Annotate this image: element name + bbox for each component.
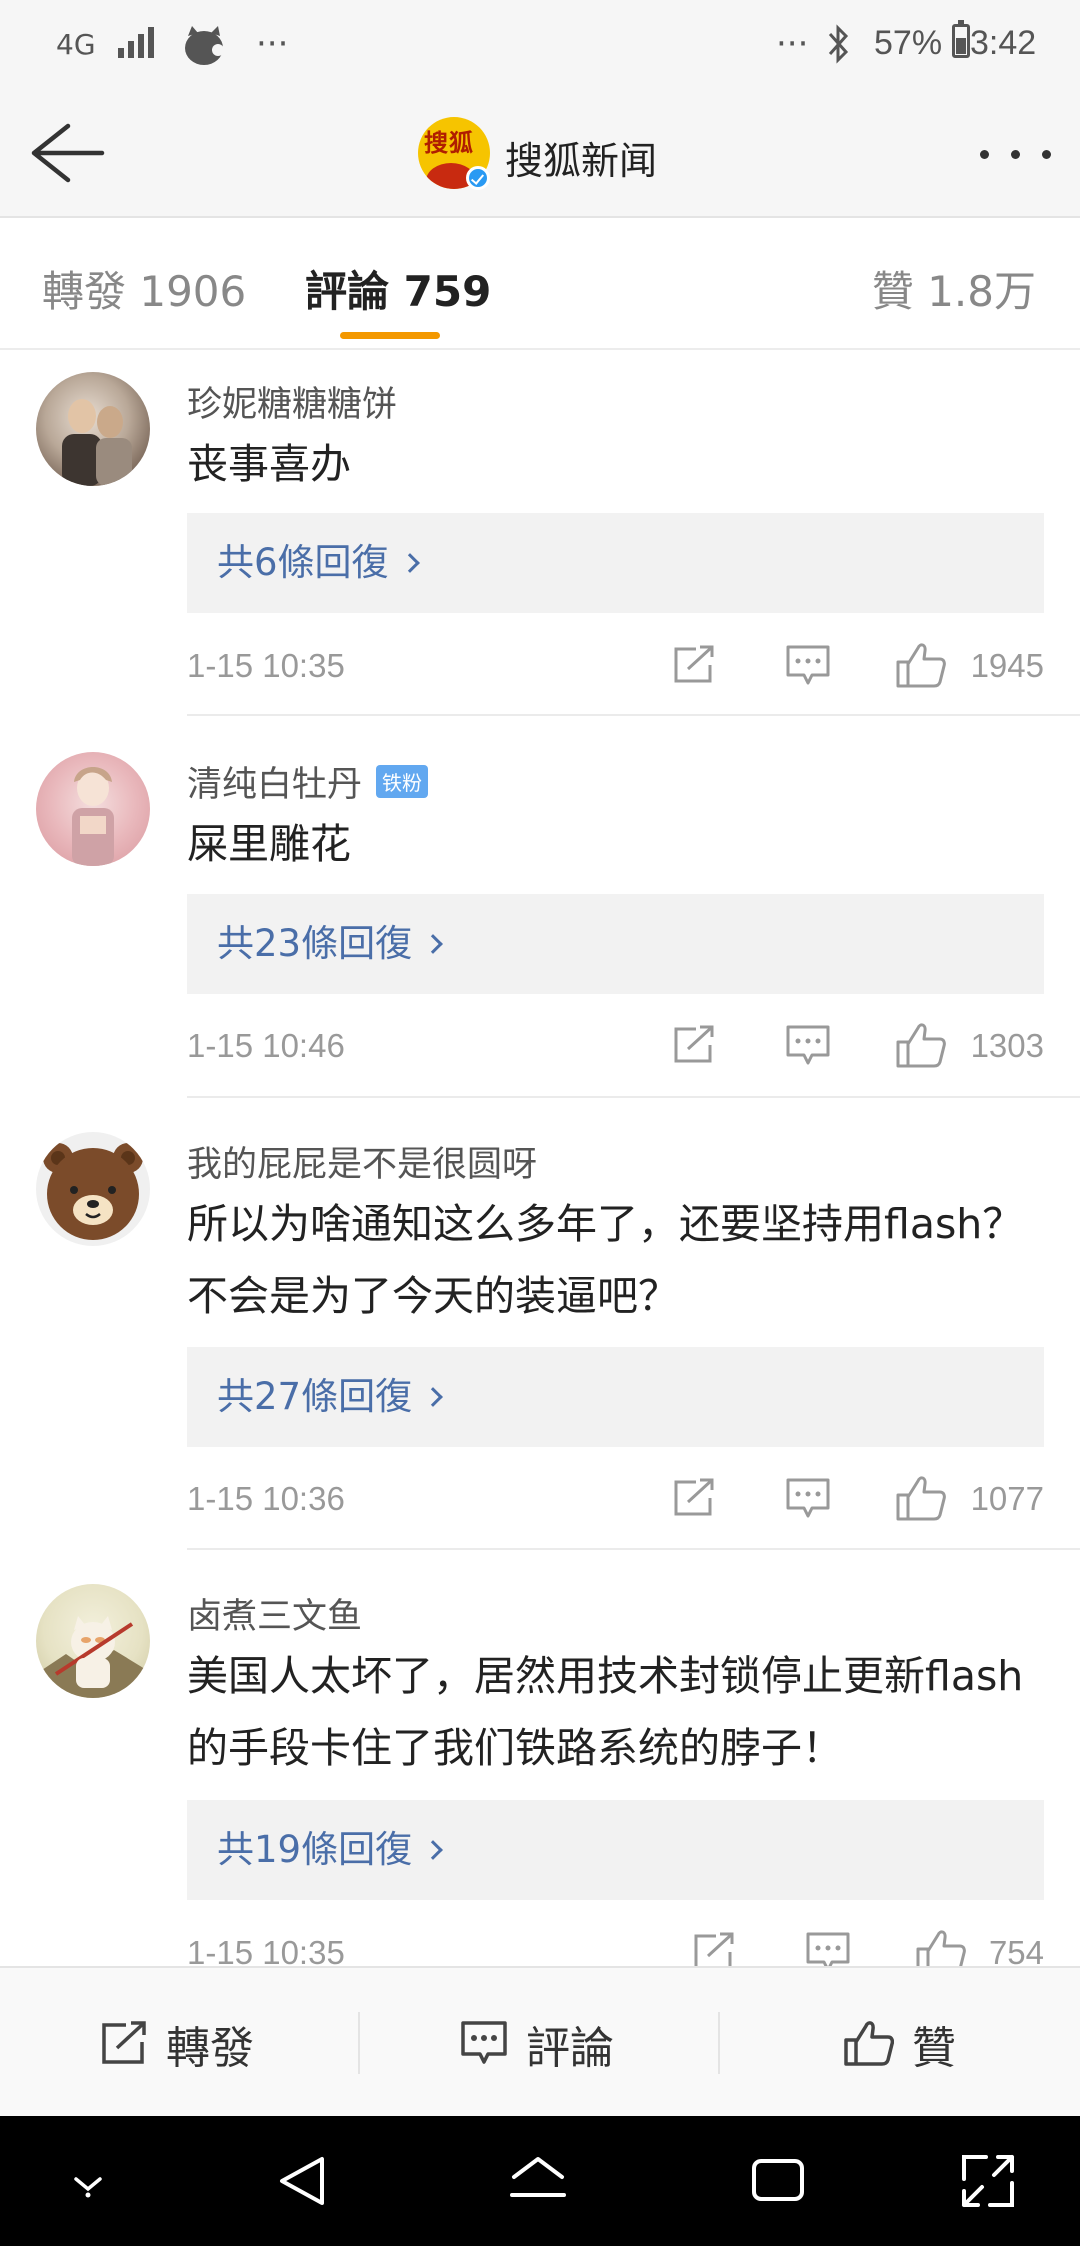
clock: 3:42 — [970, 24, 1037, 62]
like-icon[interactable] — [896, 642, 946, 688]
verified-icon — [466, 166, 490, 190]
avatar[interactable] — [36, 1132, 150, 1246]
avatar[interactable] — [36, 1584, 150, 1698]
comment-item: 我的屁屁是不是很圆呀 所以为啥通知这么多年了，还要坚持用flash？ 不会是为了… — [0, 1114, 1080, 1550]
like-icon[interactable] — [916, 1929, 966, 1966]
like-icon — [844, 2021, 894, 2066]
comment-username[interactable]: 卤煮三文鱼 — [187, 1588, 362, 1639]
replies-label: 共6條回復 — [217, 541, 389, 584]
replies-label: 共27條回復 — [217, 1375, 413, 1418]
back-triangle-icon[interactable] — [272, 2151, 332, 2211]
comment-text: 屎里雕花 — [187, 820, 351, 868]
status-bar: 4G ··· ··· 57% 3:42 — [0, 0, 1080, 90]
view-replies-button[interactable]: 共23條回復 — [187, 894, 1044, 994]
share-icon[interactable] — [672, 1025, 716, 1065]
battery-icon — [952, 20, 970, 58]
fan-badge: 铁粉 — [376, 765, 429, 798]
comment-icon[interactable] — [786, 1478, 830, 1518]
share-icon[interactable] — [692, 1932, 736, 1966]
comment-username[interactable]: 珍妮糖糖糖饼 — [187, 376, 397, 427]
username-text: 清纯白牡丹 — [187, 765, 363, 805]
comment-text: 所以为啥通知这么多年了，还要坚持用flash？ 不会是为了今天的装逼吧？ — [187, 1200, 1024, 1320]
cat-app-icon — [185, 26, 224, 65]
bottom-action-bar: 轉發 評論 贊 — [0, 1966, 1080, 2116]
share-icon[interactable] — [672, 645, 716, 685]
comment-time: 1-15 10:35 — [187, 647, 345, 684]
page-title[interactable]: 搜狐新闻 — [505, 130, 657, 185]
home-icon[interactable] — [508, 2151, 568, 2211]
like-count: 1077 — [970, 1480, 1044, 1517]
network-type: 4G — [56, 28, 96, 61]
recents-icon[interactable] — [748, 2151, 808, 2211]
comment-text: 美国人太坏了，居然用技术封锁停止更新flash的手段卡住了我们铁路系统的脖子！ — [187, 1652, 1024, 1772]
tab-bar: 轉發 1906 評論 759 贊 1.8万 — [0, 218, 1080, 350]
view-replies-button[interactable]: 共6條回復 — [187, 513, 1044, 613]
comment-item: 清纯白牡丹 铁粉 屎里雕花 共23條回復 1-15 10:46 1303 — [0, 734, 1080, 1098]
battery-percent: 57% — [874, 24, 943, 62]
tab-likes[interactable]: 贊 1.8万 — [872, 258, 1036, 319]
tab-comments[interactable]: 評論 759 — [305, 258, 491, 319]
replies-label: 共23條回復 — [217, 922, 413, 965]
like-button[interactable]: 贊 — [720, 1968, 1080, 2118]
tab-forwards[interactable]: 轉發 1906 — [42, 258, 246, 319]
signal-bars-icon — [118, 24, 162, 58]
like-label: 贊 — [912, 2023, 956, 2074]
comment-label: 評論 — [526, 2023, 614, 2074]
like-count: 754 — [988, 1934, 1044, 1966]
like-count: 1945 — [970, 647, 1044, 684]
chevron-right-icon — [423, 934, 443, 954]
status-overflow: ··· — [776, 24, 809, 64]
avatar[interactable] — [36, 752, 150, 866]
view-replies-button[interactable]: 共27條回復 — [187, 1347, 1044, 1447]
chevron-down-icon[interactable] — [58, 2151, 118, 2211]
like-icon[interactable] — [896, 1022, 946, 1068]
back-arrow-icon[interactable] — [28, 116, 108, 190]
comment-icon[interactable] — [806, 1932, 850, 1966]
share-icon[interactable] — [672, 1478, 716, 1518]
comment-icon[interactable] — [786, 645, 830, 685]
divider — [187, 714, 1080, 716]
comment-item: 珍妮糖糖糖饼 丧事喜办 共6條回復 1-15 10:35 1945 — [0, 352, 1080, 716]
comment-icon[interactable] — [786, 1025, 830, 1065]
divider — [187, 1548, 1080, 1550]
comment-text: 丧事喜办 — [187, 440, 351, 488]
expand-icon[interactable] — [958, 2151, 1018, 2211]
share-icon — [102, 2021, 146, 2064]
avatar[interactable] — [36, 372, 150, 486]
like-icon[interactable] — [896, 1475, 946, 1521]
active-tab-indicator — [340, 332, 440, 339]
chevron-right-icon — [399, 553, 420, 573]
chevron-right-icon — [423, 1840, 443, 1860]
comment-icon — [461, 2021, 507, 2064]
chevron-right-icon — [423, 1387, 443, 1407]
system-nav-bar — [0, 2116, 1080, 2246]
bluetooth-icon — [828, 24, 849, 64]
comment-time: 1-15 10:36 — [187, 1480, 345, 1517]
forward-button[interactable]: 轉發 — [0, 1968, 360, 2118]
logo-text: 搜狐 — [424, 128, 474, 157]
forward-label: 轉發 — [166, 2023, 254, 2074]
comment-username[interactable]: 清纯白牡丹 铁粉 — [187, 756, 429, 807]
divider — [187, 1096, 1080, 1098]
comment-username[interactable]: 我的屁屁是不是很圆呀 — [187, 1136, 537, 1187]
notification-overflow: ··· — [256, 24, 289, 64]
header: 搜狐 搜狐新闻 — [0, 90, 1080, 218]
comment-button[interactable]: 評論 — [360, 1968, 720, 2118]
replies-label: 共19條回復 — [217, 1828, 413, 1871]
comment-item: 卤煮三文鱼 美国人太坏了，居然用技术封锁停止更新flash的手段卡住了我们铁路系… — [0, 1566, 1080, 1966]
comment-time: 1-15 10:35 — [187, 1934, 345, 1966]
more-dots-icon[interactable] — [976, 134, 1056, 174]
comment-time: 1-15 10:46 — [187, 1027, 345, 1064]
view-replies-button[interactable]: 共19條回復 — [187, 1800, 1044, 1900]
like-count: 1303 — [970, 1027, 1044, 1064]
